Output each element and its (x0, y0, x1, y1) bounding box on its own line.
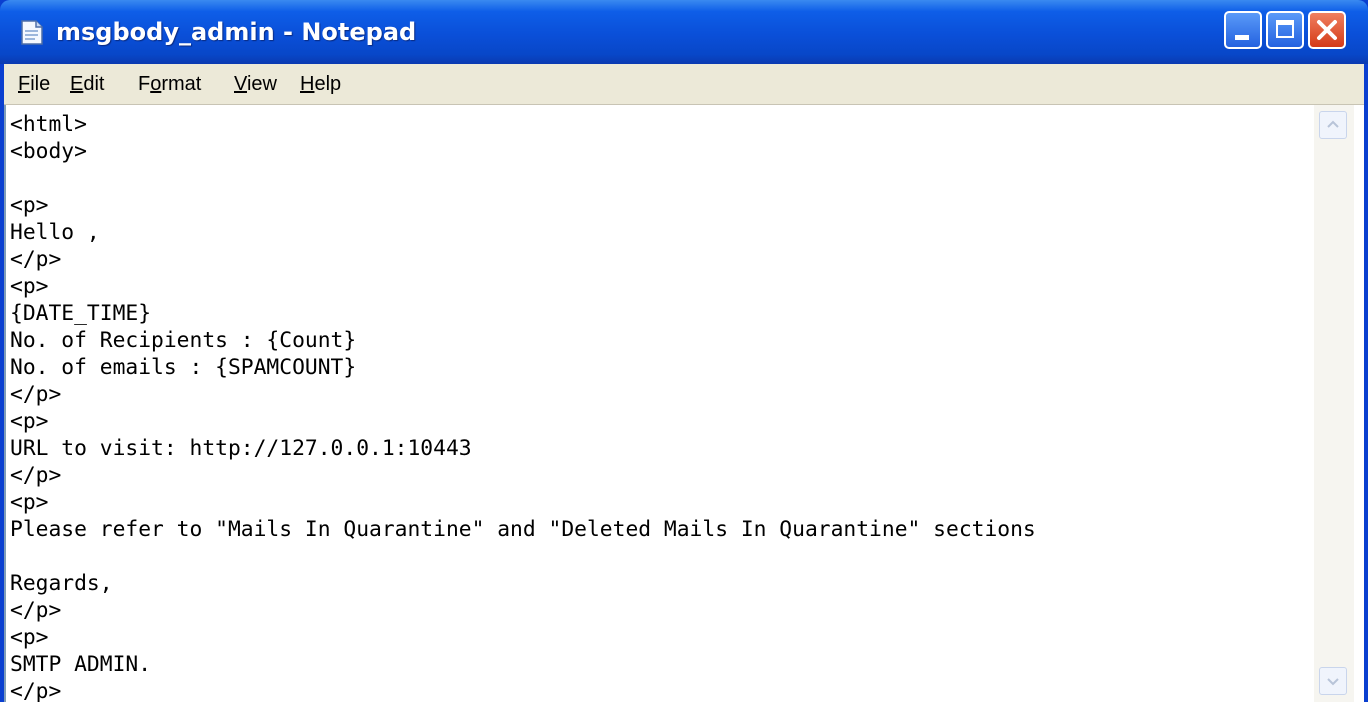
maximize-button[interactable] (1266, 11, 1304, 49)
notepad-icon[interactable] (16, 17, 46, 47)
maximize-icon (1276, 20, 1294, 38)
close-icon (1317, 20, 1337, 40)
menu-format[interactable]: Format (138, 71, 201, 97)
close-button[interactable] (1308, 11, 1346, 49)
minimize-button[interactable] (1224, 11, 1262, 49)
menu-edit[interactable]: Edit (70, 71, 104, 97)
notepad-window: msgbody_admin - Notepad File Edit Format… (0, 0, 1368, 702)
text-editor-area[interactable]: <html> <body> <p> Hello , </p> <p> {DATE… (4, 105, 1364, 702)
minimize-icon (1235, 35, 1249, 40)
window-border-right (1364, 64, 1368, 702)
title-bar[interactable]: msgbody_admin - Notepad (0, 0, 1368, 64)
window-title: msgbody_admin - Notepad (56, 18, 417, 46)
chevron-up-icon (1327, 120, 1339, 128)
document-text[interactable]: <html> <body> <p> Hello , </p> <p> {DATE… (10, 111, 1036, 702)
menu-file[interactable]: File (18, 71, 50, 97)
scroll-down-button[interactable] (1319, 667, 1347, 695)
menu-bar: File Edit Format View Help (4, 64, 1364, 105)
menu-view[interactable]: View (234, 71, 277, 97)
vertical-scrollbar[interactable] (1314, 105, 1354, 702)
scroll-up-button[interactable] (1319, 111, 1347, 139)
menu-help[interactable]: Help (300, 71, 341, 97)
chevron-down-icon (1327, 678, 1339, 686)
